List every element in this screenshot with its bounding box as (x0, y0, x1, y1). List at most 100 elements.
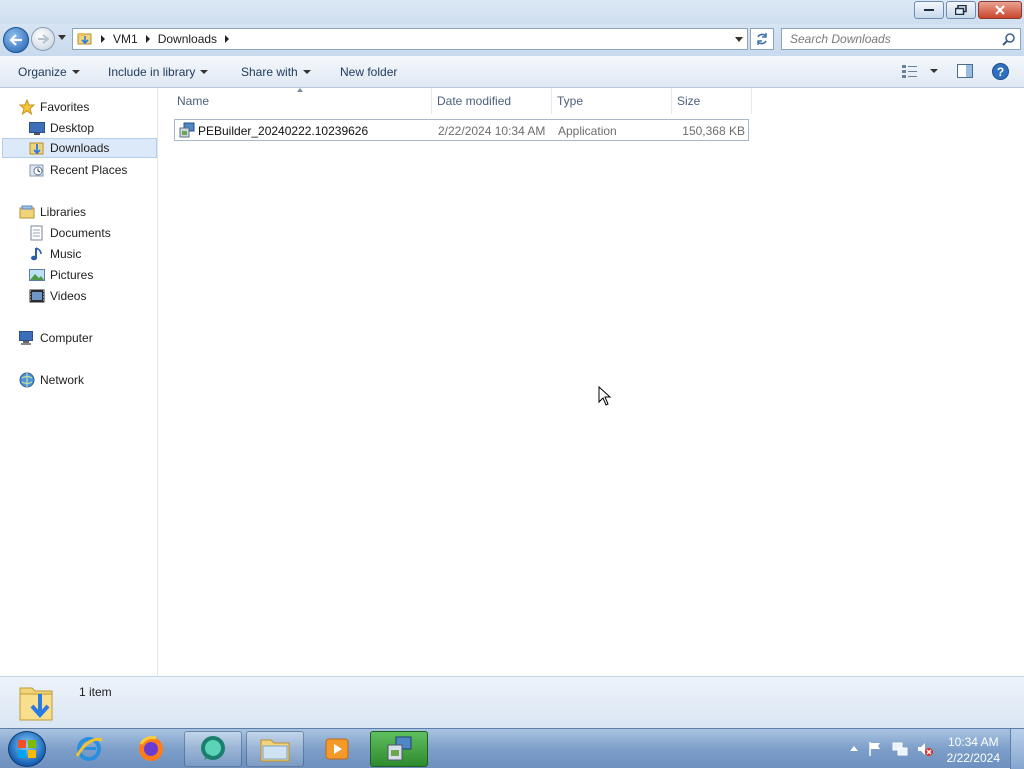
column-header-label: Name (177, 94, 210, 108)
restore-button[interactable] (946, 1, 976, 19)
sidebar-item-network[interactable]: Network (19, 370, 84, 390)
libraries-icon (19, 204, 35, 220)
file-list: Name Date modified Type Size PEBuilder_2… (159, 88, 1024, 676)
pebuilder-taskbar-button[interactable] (370, 731, 428, 767)
breadcrumb-chevron-icon[interactable] (225, 35, 230, 43)
minimize-icon (924, 9, 934, 11)
action-center-flag-icon[interactable] (868, 741, 882, 757)
share-with-button[interactable]: Share with (241, 65, 311, 79)
address-history-dropdown[interactable] (735, 37, 743, 42)
clock-time: 10:34 AM (947, 735, 999, 749)
refresh-button[interactable] (750, 28, 774, 50)
new-folder-label: New folder (340, 65, 398, 79)
windows-logo-icon (18, 740, 36, 758)
refresh-icon (757, 33, 767, 45)
sidebar-item-desktop[interactable]: Desktop (29, 118, 94, 138)
sidebar-item-label: Computer (40, 331, 93, 345)
music-icon (29, 246, 45, 262)
file-size: 150,368 KB (682, 124, 745, 138)
videos-icon (29, 288, 45, 304)
star-icon (19, 99, 35, 115)
windows-explorer-taskbar-button[interactable] (246, 731, 304, 767)
firefox-icon (139, 736, 163, 761)
organize-button[interactable]: Organize (18, 65, 80, 79)
forward-arrow-icon (38, 34, 49, 44)
dropdown-arrow-icon (71, 70, 80, 74)
sidebar-item-downloads[interactable]: Downloads (2, 138, 157, 158)
column-header-type[interactable]: Type (552, 88, 672, 114)
recent-places-icon (29, 162, 45, 178)
table-row[interactable]: PEBuilder_20240222.10239626 2/22/2024 10… (174, 119, 749, 141)
show-hidden-icons-icon[interactable] (850, 745, 858, 751)
sidebar-item-libraries[interactable]: Libraries (19, 202, 86, 222)
minimize-button[interactable] (914, 1, 944, 19)
breadcrumb: VM1 Downloads (93, 32, 237, 46)
application-installer-icon (179, 122, 195, 138)
recent-pages-dropdown[interactable] (58, 35, 66, 40)
search-placeholder: Search Downloads (790, 32, 891, 46)
sidebar-item-computer[interactable]: Computer (19, 328, 93, 348)
help-icon: ? (992, 63, 1009, 80)
chat-app-taskbar-button[interactable] (184, 731, 242, 767)
search-icon[interactable] (1002, 33, 1015, 46)
sidebar-item-label: Videos (50, 289, 87, 303)
sidebar-item-recent-places[interactable]: Recent Places (29, 160, 127, 180)
breadcrumb-chevron-icon[interactable] (145, 35, 150, 43)
new-folder-button[interactable]: New folder (340, 65, 397, 79)
folder-icon (77, 33, 92, 45)
media-player-icon (325, 738, 349, 760)
address-bar[interactable]: VM1 Downloads (72, 28, 748, 50)
firefox-taskbar-button[interactable] (122, 731, 180, 767)
preview-pane-button[interactable] (957, 64, 973, 78)
dropdown-arrow-icon (930, 69, 938, 73)
breadcrumb-downloads[interactable]: Downloads (158, 32, 217, 46)
media-player-taskbar-button[interactable] (308, 731, 366, 767)
title-bar (0, 0, 1024, 24)
breadcrumb-vm1[interactable]: VM1 (113, 32, 138, 46)
window-controls (912, 1, 1022, 19)
help-button[interactable]: ? (992, 63, 1009, 80)
system-clock[interactable]: 10:34 AM 2/22/2024 (947, 734, 1000, 766)
network-status-icon[interactable] (892, 741, 908, 757)
downloads-folder-icon (29, 140, 45, 156)
pictures-icon (29, 267, 45, 283)
include-in-library-button[interactable]: Include in library (108, 65, 209, 79)
command-toolbar: Organize Include in library Share with N… (0, 56, 1024, 88)
navigation-pane: Favorites Desktop Downloads Recent Place… (0, 88, 158, 676)
sidebar-item-favorites[interactable]: Favorites (19, 97, 89, 117)
sidebar-item-label: Downloads (50, 141, 110, 155)
sidebar-item-music[interactable]: Music (29, 244, 81, 264)
sidebar-item-label: Libraries (40, 205, 87, 219)
change-view-button[interactable] (902, 64, 938, 78)
folder-icon (260, 739, 290, 762)
dropdown-arrow-icon (302, 70, 311, 74)
start-button[interactable] (8, 731, 46, 767)
column-header-label: Size (677, 94, 701, 108)
internet-explorer-taskbar-button[interactable] (60, 731, 118, 767)
close-button[interactable] (978, 1, 1022, 19)
sidebar-item-pictures[interactable]: Pictures (29, 265, 93, 285)
sidebar-item-documents[interactable]: Documents (29, 223, 111, 243)
close-icon (995, 5, 1005, 15)
preview-pane-icon (957, 64, 973, 78)
file-name: PEBuilder_20240222.10239626 (198, 124, 369, 138)
show-desktop-button[interactable] (1010, 729, 1024, 769)
volume-muted-icon[interactable] (917, 741, 933, 757)
column-header-date-modified[interactable]: Date modified (432, 88, 552, 114)
column-header-name[interactable]: Name (172, 88, 432, 114)
network-icon (19, 372, 35, 388)
back-button[interactable] (3, 27, 29, 53)
search-input[interactable]: Search Downloads (781, 28, 1021, 50)
chat-bubble-icon (201, 736, 225, 760)
mouse-cursor-icon (598, 386, 612, 406)
sidebar-item-videos[interactable]: Videos (29, 286, 86, 306)
include-in-library-label: Include in library (108, 65, 196, 79)
breadcrumb-chevron-icon[interactable] (101, 35, 105, 43)
file-type: Application (558, 124, 617, 138)
computer-icon (19, 330, 35, 346)
column-header-size[interactable]: Size (672, 88, 752, 114)
forward-button[interactable] (31, 27, 55, 51)
file-date-modified: 2/22/2024 10:34 AM (438, 124, 546, 138)
taskbar: 10:34 AM 2/22/2024 (0, 728, 1024, 769)
documents-icon (29, 225, 45, 241)
